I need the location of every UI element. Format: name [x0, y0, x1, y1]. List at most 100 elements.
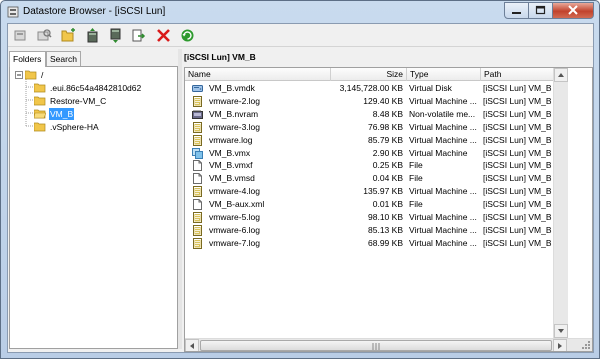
- back-button[interactable]: [12, 27, 29, 44]
- window-title: Datastore Browser - [iSCSI Lun]: [23, 6, 166, 17]
- cell-path: [iSCSI Lun] VM_B: [483, 160, 552, 171]
- close-button[interactable]: [552, 2, 594, 19]
- arrow-down-icon: [558, 329, 564, 333]
- cell-type: Virtual Disk: [409, 83, 452, 93]
- table-row[interactable]: vmware-6.log 85.13 KB Virtual Machine ... […: [185, 224, 553, 237]
- table-row[interactable]: vmware-7.log 68.99 KB Virtual Machine ... […: [185, 237, 553, 250]
- cell-path: [iSCSI Lun] VM_B: [483, 83, 552, 93]
- refresh-button[interactable]: [179, 27, 196, 44]
- minimize-icon: [512, 12, 521, 14]
- download-button[interactable]: [107, 27, 124, 44]
- cell-size: 135.97 KB: [363, 186, 403, 197]
- file-list-pane: [iSCSI Lun] VM_B Name Size Type Path VM_…: [182, 49, 593, 352]
- horizontal-scrollbar[interactable]: [185, 338, 592, 351]
- cell-path: [iSCSI Lun] VM_B: [483, 173, 552, 184]
- new-folder-icon: [61, 28, 75, 42]
- column-header-path[interactable]: Path: [481, 68, 553, 81]
- cell-name: vmware-4.log: [209, 186, 261, 197]
- cell-size: 0.04 KB: [372, 173, 403, 184]
- table-row[interactable]: vmware-4.log 135.97 KB Virtual Machine ...…: [185, 185, 553, 198]
- browse-button[interactable]: [36, 27, 53, 44]
- current-path: [iSCSI Lun] VM_B: [184, 52, 256, 62]
- table-row[interactable]: VM_B.vmdk 3,145,728.00 KB Virtual Disk [iSC…: [185, 82, 553, 95]
- cell-type: File: [409, 199, 423, 210]
- tree-node-label: .eui.86c54a4842810d62: [50, 83, 142, 93]
- log-icon: [192, 134, 203, 146]
- cell-path: [iSCSI Lun] VM_B: [483, 108, 552, 119]
- cell-size: 8.48 KB: [372, 108, 403, 119]
- log-icon: [192, 186, 203, 198]
- table-row[interactable]: vmware-2.log 129.40 KB Virtual Machine ...…: [185, 95, 553, 108]
- refresh-icon: [181, 29, 194, 42]
- client-area: Folders Search / .eui.86c54a4842810d62 R…: [7, 23, 594, 353]
- log-icon: [192, 212, 203, 223]
- cell-size: 98.10 KB: [368, 212, 403, 222]
- scroll-thumb[interactable]: [200, 340, 552, 351]
- folders-pane: Folders Search / .eui.86c54a4842810d62 R…: [9, 49, 178, 349]
- cell-size: 85.79 KB: [368, 134, 403, 145]
- close-icon: [568, 5, 578, 15]
- vertical-scrollbar[interactable]: [553, 68, 568, 338]
- cell-name: vmware-5.log: [209, 212, 261, 222]
- table-row[interactable]: vmware.log 85.79 KB Virtual Machine ... [iS…: [185, 134, 553, 147]
- log-icon: [192, 224, 203, 236]
- delete-button[interactable]: [155, 27, 172, 44]
- table-row[interactable]: VM_B.vmx 2.90 KB Virtual Machine [iSCSI Lun…: [185, 147, 553, 160]
- column-header-size[interactable]: Size: [331, 68, 407, 81]
- cell-size: 0.25 KB: [372, 160, 403, 171]
- column-header-type[interactable]: Type: [407, 68, 481, 81]
- log-icon: [192, 95, 203, 107]
- cell-type: Non-volatile me...: [409, 108, 476, 119]
- title-bar[interactable]: Datastore Browser - [iSCSI Lun]: [1, 1, 599, 23]
- cell-name: VM_B.vmx: [209, 147, 251, 158]
- cell-name: vmware-2.log: [209, 95, 261, 106]
- file-icon: [192, 160, 203, 172]
- cell-size: 129.40 KB: [363, 95, 403, 106]
- tab-folders[interactable]: Folders: [9, 51, 46, 67]
- cell-name: VM_B.nvram: [209, 108, 259, 119]
- disk-icon: [192, 83, 203, 94]
- tab-search[interactable]: Search: [46, 51, 81, 66]
- table-row[interactable]: vmware-5.log 98.10 KB Virtual Machine ... […: [185, 211, 553, 224]
- cell-name: vmware-3.log: [209, 121, 261, 132]
- column-header-label: Type: [410, 69, 429, 79]
- minimize-button[interactable]: [504, 2, 529, 19]
- folder-icon: [34, 83, 46, 93]
- scroll-left-button[interactable]: [185, 339, 199, 351]
- table-row[interactable]: VM_B.nvram 8.48 KB Non-volatile me... [iSCS…: [185, 108, 553, 121]
- column-header-name[interactable]: Name: [185, 68, 331, 81]
- table-row[interactable]: VM_B.vmsd 0.04 KB File [iSCSI Lun] VM_B: [185, 172, 553, 185]
- upload-icon: [87, 28, 98, 43]
- resize-grip-icon[interactable]: [581, 340, 591, 350]
- tab-strip: Folders Search: [9, 51, 178, 67]
- tree-node-label: Restore-VM_C: [50, 96, 107, 106]
- cell-type: Virtual Machine: [409, 147, 468, 158]
- scroll-up-button[interactable]: [554, 68, 568, 82]
- table-row[interactable]: VM_B.vmxf 0.25 KB File [iSCSI Lun] VM_B: [185, 159, 553, 172]
- scroll-down-button[interactable]: [554, 324, 568, 338]
- table-row[interactable]: vmware-3.log 76.98 KB Virtual Machine ... […: [185, 121, 553, 134]
- table-row[interactable]: VM_B-aux.xml 0.01 KB File [iSCSI Lun] VM_B: [185, 198, 553, 211]
- cell-size: 68.99 KB: [368, 237, 403, 248]
- cell-size: 0.01 KB: [372, 199, 403, 210]
- cell-size: 2.90 KB: [372, 147, 403, 158]
- cell-path: [iSCSI Lun] VM_B: [483, 199, 552, 210]
- cell-type: Virtual Machine ...: [409, 95, 477, 106]
- tree-node-label: /: [41, 70, 44, 80]
- move-button[interactable]: [130, 27, 147, 44]
- tab-search-label: Search: [50, 54, 77, 64]
- folder-open-icon: [25, 70, 37, 80]
- scroll-right-button[interactable]: [553, 339, 567, 351]
- file-icon: [192, 173, 203, 185]
- maximize-button[interactable]: [528, 2, 553, 19]
- move-icon: [132, 29, 146, 42]
- cell-type: Virtual Machine ...: [409, 212, 477, 222]
- vm-icon: [192, 147, 203, 159]
- nvram-icon: [192, 109, 203, 120]
- cell-path: [iSCSI Lun] VM_B: [483, 186, 552, 197]
- toolbar: [8, 24, 593, 47]
- upload-button[interactable]: [84, 27, 101, 44]
- cell-path: [iSCSI Lun] VM_B: [483, 95, 552, 106]
- cell-type: Virtual Machine ...: [409, 224, 477, 235]
- new-folder-button[interactable]: [60, 27, 77, 44]
